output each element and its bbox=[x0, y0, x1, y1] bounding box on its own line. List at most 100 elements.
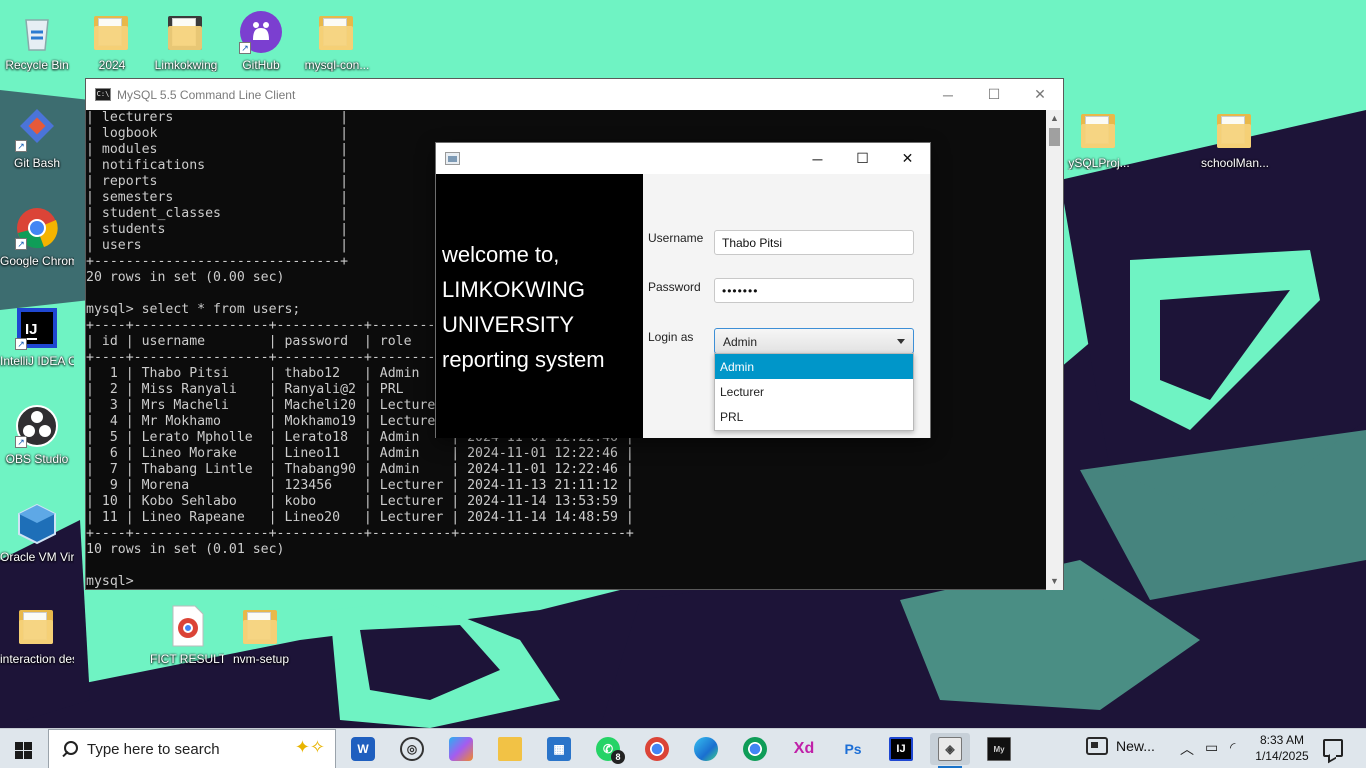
desktop-icon-folder-mysql-con[interactable]: mysql-con... bbox=[300, 10, 374, 72]
taskbar-store[interactable]: ▦ bbox=[539, 733, 579, 765]
minimize-button[interactable]: ─ bbox=[925, 79, 971, 110]
search-placeholder: Type here to search bbox=[87, 740, 220, 758]
clock-date: 1/14/2025 bbox=[1255, 749, 1309, 763]
role-option-admin[interactable]: Admin bbox=[715, 354, 913, 379]
close-button[interactable]: ✕ bbox=[1017, 79, 1063, 110]
desktop-icon-google-chrome[interactable]: ↗ Google Chrome bbox=[0, 206, 74, 268]
git-bash-icon: ↗ bbox=[15, 108, 59, 152]
login-as-label: Login as bbox=[648, 330, 694, 344]
search-icon bbox=[61, 740, 79, 758]
taskbar: Type here to search ✦✧ W ◎ ▦ ✆ 8 Xd Ps I… bbox=[0, 728, 1366, 768]
maximize-button[interactable]: ☐ bbox=[971, 79, 1017, 110]
maximize-button[interactable]: ☐ bbox=[840, 143, 885, 174]
taskbar-whatsapp[interactable]: ✆ 8 bbox=[588, 733, 628, 765]
password-field[interactable]: ••••••• bbox=[714, 278, 914, 303]
clock-time: 8:33 AM bbox=[1259, 733, 1305, 747]
copilot-icon bbox=[449, 737, 473, 761]
notification-center-icon[interactable] bbox=[1323, 739, 1343, 757]
login-titlebar[interactable]: ─ ☐ ✕ bbox=[436, 143, 930, 174]
taskbar-copilot[interactable] bbox=[441, 733, 481, 765]
username-field[interactable] bbox=[714, 230, 914, 255]
taskbar-mysql-console[interactable]: My bbox=[979, 733, 1019, 765]
console-line: | 6 | Lineo Morake | Lineo11 | Admin | 2… bbox=[86, 446, 634, 461]
desktop-icon-label: Limkokwing bbox=[154, 58, 218, 72]
taskbar-aperture[interactable]: ◎ bbox=[392, 733, 432, 765]
desktop-icon-obs-studio[interactable]: ↗ OBS Studio bbox=[0, 404, 74, 466]
obs-icon: ↗ bbox=[15, 404, 59, 448]
java-window-icon bbox=[445, 152, 460, 165]
password-label: Password bbox=[648, 280, 701, 294]
desktop-icon-virtualbox[interactable]: Oracle VM VirtualBox bbox=[0, 502, 74, 564]
taskbar-intellij[interactable]: IJ bbox=[881, 733, 921, 765]
desktop-icon-label: Google Chrome bbox=[0, 254, 74, 268]
desktop-icon-fict-results[interactable]: FICT RESULTS bbox=[150, 604, 224, 666]
terminal-icon: My bbox=[987, 737, 1011, 761]
scroll-thumb[interactable] bbox=[1049, 128, 1060, 146]
battery-icon[interactable]: ▭ bbox=[1205, 739, 1218, 756]
aperture-icon: ◎ bbox=[400, 737, 424, 761]
taskbar-news-widget[interactable]: New... bbox=[1086, 737, 1155, 755]
folder-icon bbox=[1213, 108, 1257, 152]
chrome-document-icon bbox=[165, 604, 209, 648]
scroll-down-arrow-icon[interactable]: ▼ bbox=[1046, 573, 1063, 590]
welcome-line: welcome to, bbox=[442, 242, 560, 267]
taskbar-clock[interactable]: 8:33 AM 1/14/2025 bbox=[1252, 732, 1312, 764]
taskbar-photoshop[interactable]: Ps bbox=[833, 733, 873, 765]
desktop-icon-folder-2024[interactable]: 2024 bbox=[75, 10, 149, 72]
desktop-icon-recycle-bin[interactable]: Recycle Bin bbox=[0, 10, 74, 72]
desktop-icon-git-bash[interactable]: ↗ Git Bash bbox=[0, 108, 74, 170]
taskbar-file-explorer[interactable] bbox=[490, 733, 530, 765]
desktop-icon-folder-limkokwing[interactable]: Limkokwing bbox=[149, 10, 223, 72]
desktop-icon-label: Oracle VM VirtualBox bbox=[0, 550, 74, 564]
username-label: Username bbox=[648, 231, 704, 245]
desktop-icon-folder-nvm-setup[interactable]: nvm-setup bbox=[224, 604, 298, 666]
role-option-lecturer[interactable]: Lecturer bbox=[715, 379, 913, 404]
desktop-icon-label: Recycle Bin bbox=[5, 58, 69, 72]
role-select[interactable]: Admin bbox=[714, 328, 914, 354]
welcome-line: LIMKOKWING bbox=[442, 277, 586, 302]
taskbar-chrome-profile[interactable] bbox=[735, 733, 775, 765]
console-title: MySQL 5.5 Command Line Client bbox=[117, 87, 296, 102]
taskbar-word[interactable]: W bbox=[343, 733, 383, 765]
minimize-button[interactable]: ─ bbox=[795, 143, 840, 174]
desktop-icon-label: Git Bash bbox=[13, 156, 61, 170]
desktop-icon-github[interactable]: ↗ GitHub bbox=[224, 10, 298, 72]
taskbar-search-box[interactable]: Type here to search ✦✧ bbox=[48, 729, 336, 768]
role-option-prl[interactable]: PRL bbox=[715, 404, 913, 429]
word-icon: W bbox=[351, 737, 375, 761]
desktop-icon-label: schoolMan... bbox=[1200, 156, 1270, 170]
taskbar-adobe-xd[interactable]: Xd bbox=[784, 733, 824, 765]
console-scrollbar[interactable]: ▲ ▼ bbox=[1046, 110, 1063, 590]
taskbar-edge[interactable] bbox=[686, 733, 726, 765]
folder-icon bbox=[239, 604, 283, 648]
welcome-line: UNIVERSITY bbox=[442, 312, 575, 337]
desktop-icon-folder-interaction-design[interactable]: interaction design bbox=[0, 604, 74, 666]
adobe-xd-icon: Xd bbox=[793, 740, 815, 757]
welcome-panel: welcome to, LIMKOKWING UNIVERSITY report… bbox=[436, 174, 643, 438]
role-dropdown-list[interactable]: Admin Lecturer PRL bbox=[714, 353, 914, 431]
shortcut-arrow-icon: ↗ bbox=[15, 436, 27, 448]
taskbar-chrome[interactable] bbox=[637, 733, 677, 765]
console-line: mysql> bbox=[86, 574, 134, 589]
chevron-down-icon bbox=[897, 339, 905, 344]
desktop-icon-label: nvm-setup bbox=[232, 652, 290, 666]
photoshop-icon: Ps bbox=[844, 741, 862, 757]
desktop-icon-folder-schoolman[interactable]: schoolMan... bbox=[1198, 108, 1272, 170]
chevron-up-icon[interactable]: ︿ bbox=[1180, 739, 1194, 759]
scroll-up-arrow-icon[interactable]: ▲ bbox=[1046, 110, 1063, 127]
console-line: 10 rows in set (0.01 sec) bbox=[86, 542, 285, 557]
terminal-icon: C:\ bbox=[95, 88, 111, 101]
desktop-icon-label: ySQLProj... bbox=[1068, 156, 1130, 170]
desktop-icon-folder-mysqlproj[interactable]: ySQLProj... bbox=[1062, 108, 1136, 170]
start-button[interactable] bbox=[0, 729, 48, 768]
taskbar-java-app[interactable]: ◈ bbox=[930, 733, 970, 768]
intellij-icon: IJ ↗ bbox=[15, 306, 59, 350]
desktop-icon-intellij[interactable]: IJ ↗ IntelliJ IDEA Communi... bbox=[0, 306, 74, 368]
copilot-sparkle-icon: ✦✧ bbox=[294, 737, 325, 757]
recycle-bin-icon bbox=[15, 10, 59, 54]
desktop-icon-label: OBS Studio bbox=[5, 452, 69, 466]
wifi-icon[interactable]: ◜ bbox=[1230, 739, 1235, 756]
close-button[interactable]: ✕ bbox=[885, 143, 930, 174]
console-titlebar[interactable]: C:\ MySQL 5.5 Command Line Client ─ ☐ ✕ bbox=[86, 79, 1063, 110]
